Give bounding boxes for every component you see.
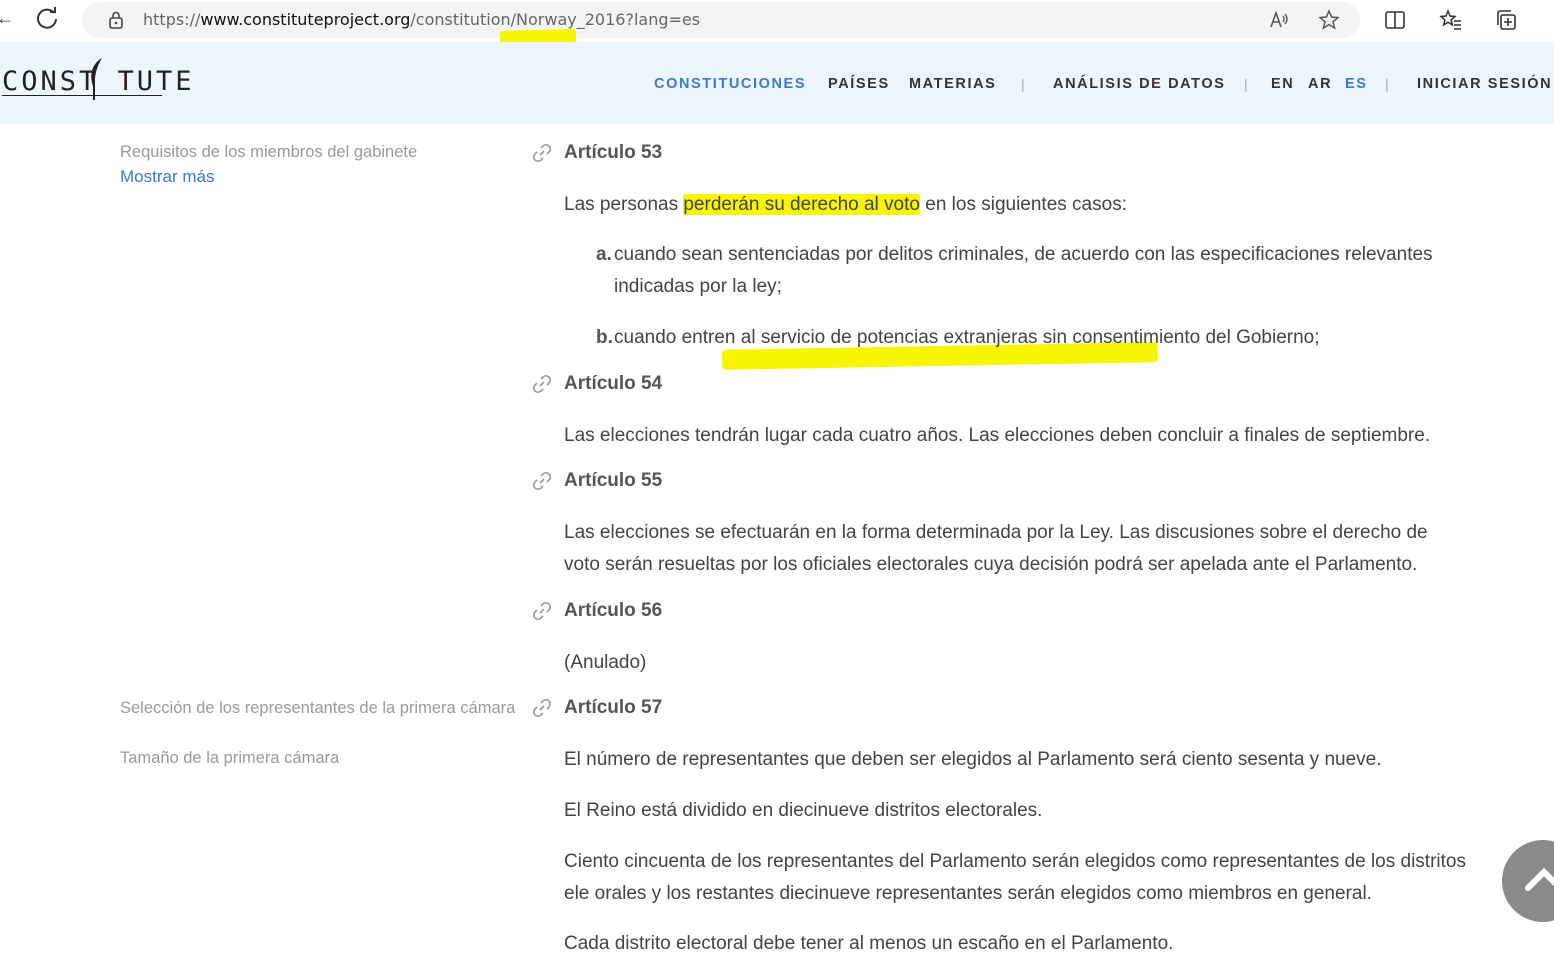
article-title: Artículo 55	[564, 470, 663, 491]
permalink-icon[interactable]	[532, 471, 552, 491]
url-domain: www.constituteproject.org	[200, 10, 411, 29]
list-item: b. cuando entren al servicio de potencia…	[596, 322, 1456, 354]
scroll-to-top-button[interactable]	[1502, 840, 1554, 922]
topic-label[interactable]: Tamaño de la primera cámara	[120, 749, 339, 768]
nav-separator: |	[1021, 76, 1025, 92]
nav-constituciones[interactable]: CONSTITUCIONES	[654, 76, 806, 92]
article-paragraph: El Reino está dividido en diecinueve dis…	[564, 800, 1043, 821]
article-paragraph: El número de representantes que deben se…	[564, 749, 1382, 770]
article-paragraph: Las elecciones tendrán lugar cada cuatro…	[564, 425, 1431, 446]
article-title: Artículo 57	[564, 697, 663, 718]
article-paragraph: (Anulado)	[564, 652, 647, 673]
nav-lang-ar[interactable]: AR	[1308, 76, 1332, 92]
list-item-text: cuando entren al servicio de potencias e…	[614, 327, 1320, 348]
article-title: Artículo 56	[564, 600, 663, 621]
article-paragraph: Cada distrito electoral debe tener al me…	[564, 933, 1174, 954]
nav-separator: |	[1244, 76, 1248, 92]
list-item-text: cuando sean sentenciadas por delitos cri…	[614, 244, 1433, 297]
favorites-list-icon[interactable]	[1439, 8, 1463, 32]
nav-analisis-de-datos[interactable]: ANÁLISIS DE DATOS	[1053, 76, 1225, 92]
article-paragraph: Ciento cincuenta de los representantes d…	[564, 851, 1466, 904]
nav-paises[interactable]: PAÍSES	[828, 76, 890, 92]
reload-icon[interactable]	[34, 6, 60, 32]
text-run: Las personas	[564, 194, 684, 215]
url-path: /constitution/Norway_2016?lang=es	[410, 10, 701, 29]
url-prefix: https://	[143, 10, 201, 29]
topic-label[interactable]: Selección de los representantes de la pr…	[120, 699, 515, 718]
browser-toolbar: ← https://www.constituteproject.org/cons…	[0, 0, 1554, 45]
permalink-icon[interactable]	[532, 374, 552, 394]
text-run: en los siguientes casos:	[919, 194, 1127, 215]
list-marker: b.	[596, 327, 613, 348]
back-arrow-icon[interactable]: ←	[0, 8, 14, 29]
nav-separator: |	[1385, 76, 1389, 92]
permalink-icon[interactable]	[532, 143, 552, 163]
collections-icon[interactable]	[1494, 8, 1518, 32]
topic-label[interactable]: Requisitos de los miembros del gabinete	[120, 143, 417, 162]
nav-lang-en[interactable]: EN	[1271, 76, 1294, 92]
nav-materias[interactable]: MATERIAS	[909, 76, 996, 92]
permalink-icon[interactable]	[532, 601, 552, 621]
list-marker: a.	[596, 244, 612, 265]
article-title: Artículo 54	[564, 373, 663, 394]
favorite-star-icon[interactable]	[1318, 9, 1340, 31]
read-aloud-icon[interactable]	[1268, 9, 1290, 31]
address-bar[interactable]: https://www.constituteproject.org/consti…	[82, 2, 1360, 38]
main-nav: CONSTITUCIONES PAÍSES MATERIAS | ANÁLISI…	[0, 42, 1554, 124]
list-item: a. cuando sean sentenciadas por delitos …	[596, 239, 1456, 297]
nav-iniciar-sesion[interactable]: INICIAR SESIÓN	[1417, 76, 1552, 92]
highlighted-text: perderán su derecho al voto	[683, 194, 920, 215]
split-screen-icon[interactable]	[1383, 8, 1407, 32]
lock-icon[interactable]	[108, 11, 124, 29]
nav-lang-es[interactable]: ES	[1345, 76, 1368, 92]
permalink-icon[interactable]	[532, 698, 552, 718]
show-more-link[interactable]: Mostrar más	[120, 167, 214, 187]
article-paragraph: Las elecciones se efectuarán en la forma…	[564, 522, 1428, 575]
chevron-up-icon	[1525, 867, 1554, 891]
article-paragraph: Las personas perderán su derecho al voto…	[564, 189, 1464, 221]
url-text[interactable]: https://www.constituteproject.org/consti…	[143, 10, 700, 29]
article-title: Artículo 53	[564, 142, 663, 163]
